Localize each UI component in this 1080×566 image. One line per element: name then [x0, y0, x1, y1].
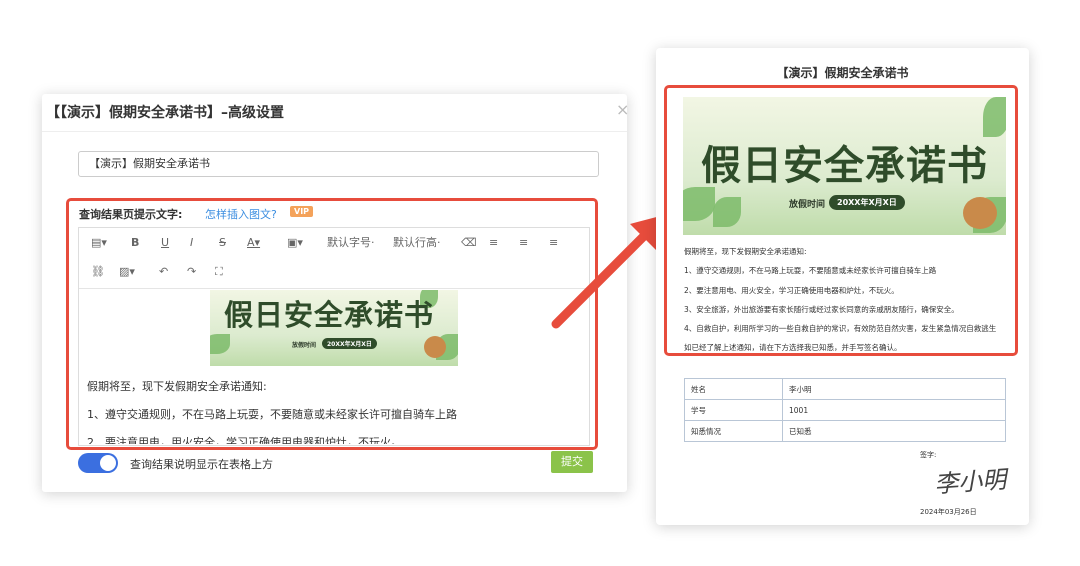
toggle-knob	[100, 455, 116, 471]
signature-label: 签字:	[920, 451, 937, 459]
toggle-label: 查询结果说明显示在表格上方	[130, 458, 273, 471]
table-cell-value: 已知悉	[782, 420, 1006, 442]
table-row: 姓名 李小明	[684, 378, 1006, 400]
table-row: 知悉情况 已知悉	[684, 420, 1006, 442]
table-cell-label: 姓名	[684, 378, 783, 400]
show-above-table-toggle[interactable]	[78, 453, 118, 473]
info-table: 姓名 李小明 学号 1001 知悉情况 已知悉	[684, 378, 1006, 442]
table-row: 学号 1001	[684, 399, 1006, 421]
table-cell-label: 知悉情况	[684, 420, 783, 442]
preview-highlight-box	[664, 85, 1018, 356]
preview-title: 【演示】假期安全承诺书	[776, 66, 909, 80]
dialog-divider	[42, 131, 627, 132]
table-cell-value: 1001	[782, 399, 1006, 421]
table-cell-label: 学号	[684, 399, 783, 421]
submit-button[interactable]: 提交	[551, 451, 593, 473]
close-icon[interactable]: ×	[616, 100, 629, 119]
dialog-title: 【【演示】假期安全承诺书】–高级设置	[46, 105, 284, 121]
form-name-input[interactable]: 【演示】假期安全承诺书	[78, 151, 599, 177]
editor-highlight-box	[66, 198, 598, 450]
table-cell-value: 李小明	[782, 378, 1006, 400]
signature-date: 2024年03月26日	[920, 508, 977, 516]
handwritten-signature: 李小明	[933, 465, 1008, 499]
